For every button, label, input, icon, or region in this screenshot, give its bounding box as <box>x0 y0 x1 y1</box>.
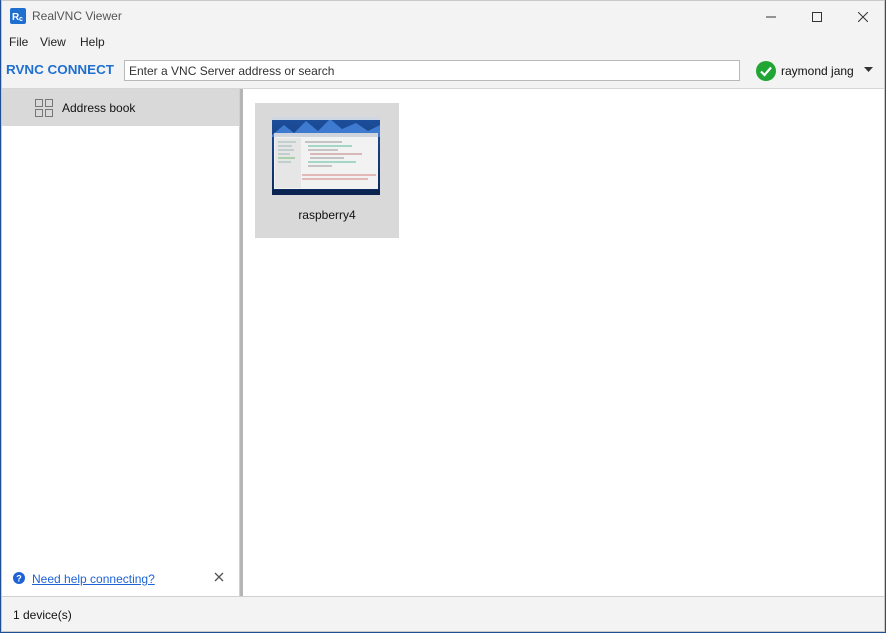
help-icon: ? <box>13 572 25 584</box>
maximize-button[interactable] <box>794 1 840 32</box>
device-screen-thumbnail <box>272 117 380 195</box>
svg-text:RVNC CONNECT: RVNC CONNECT <box>6 62 114 76</box>
minimize-button[interactable] <box>748 1 794 32</box>
device-count: 1 device(s) <box>13 608 72 622</box>
device-name: raspberry4 <box>298 208 356 222</box>
search-input[interactable] <box>124 60 740 81</box>
close-button[interactable] <box>840 1 884 32</box>
menu-help[interactable]: Help <box>80 35 105 49</box>
sidebar: Address book ? Need help connecting? <box>2 89 240 596</box>
title-bar: R c RealVNC Viewer <box>2 1 884 32</box>
sidebar-item-label: Address book <box>62 101 136 115</box>
toolbar: RVNC CONNECT raymond jang <box>2 52 884 89</box>
app-window: R c RealVNC Viewer File View Help RVNC C… <box>1 0 885 632</box>
maximize-icon <box>812 11 822 22</box>
signed-in-check-icon <box>756 60 776 81</box>
device-tile[interactable]: raspberry4 <box>255 103 399 238</box>
menu-view[interactable]: View <box>40 35 66 49</box>
close-icon <box>858 11 868 22</box>
menu-bar: File View Help <box>2 32 884 52</box>
rvnc-connect-logo: RVNC CONNECT <box>6 62 114 76</box>
window-title: RealVNC Viewer <box>32 9 122 23</box>
status-bar: 1 device(s) <box>2 596 884 631</box>
device-list: raspberry4 <box>243 89 884 596</box>
sidebar-item-address-book[interactable]: Address book <box>2 89 239 126</box>
user-account-button[interactable]: raymond jang <box>756 60 873 81</box>
chevron-down-icon <box>864 67 873 72</box>
svg-text:c: c <box>19 16 23 23</box>
dismiss-help-icon[interactable] <box>214 572 224 582</box>
realvnc-app-icon: R c <box>10 8 26 24</box>
help-connecting-link[interactable]: Need help connecting? <box>32 572 155 586</box>
help-bar: ? Need help connecting? <box>2 567 239 589</box>
user-name: raymond jang <box>781 63 854 78</box>
minimize-icon <box>766 16 776 17</box>
menu-file[interactable]: File <box>9 35 28 49</box>
svg-text:?: ? <box>16 574 22 584</box>
grid-icon <box>35 99 53 117</box>
